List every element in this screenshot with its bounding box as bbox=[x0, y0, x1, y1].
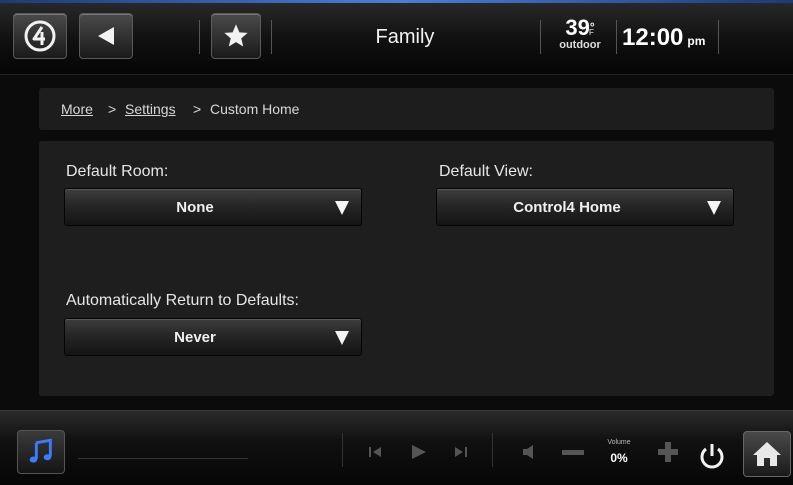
dropdown-arrow-icon bbox=[335, 331, 349, 345]
clock-ampm: pm bbox=[687, 34, 706, 48]
breadcrumb: More > Settings > Custom Home bbox=[39, 88, 774, 130]
divider bbox=[199, 20, 200, 54]
music-button[interactable] bbox=[17, 430, 65, 474]
default-room-label: Default Room: bbox=[66, 163, 169, 180]
control4-logo-button[interactable] bbox=[13, 13, 67, 59]
default-view-value: Control4 Home bbox=[513, 199, 621, 216]
top-accent-line bbox=[0, 0, 793, 3]
star-icon bbox=[224, 24, 248, 47]
volume-value: 0% bbox=[610, 451, 628, 465]
power-icon[interactable] bbox=[697, 441, 727, 471]
settings-panel: Default Room: None Default View: Control… bbox=[39, 141, 774, 396]
music-note-icon bbox=[29, 438, 52, 463]
favorites-button[interactable] bbox=[211, 13, 261, 59]
default-room-value: None bbox=[176, 199, 214, 216]
volume-plus-icon[interactable] bbox=[657, 441, 679, 463]
breadcrumb-settings-link[interactable]: Settings bbox=[125, 101, 176, 117]
breadcrumb-more-link[interactable]: More bbox=[61, 101, 93, 117]
bottom-bar: Volume 0% bbox=[0, 410, 793, 485]
home-button[interactable] bbox=[743, 431, 791, 477]
control4-logo-icon bbox=[24, 20, 56, 52]
auto-return-label: Automatically Return to Defaults: bbox=[66, 292, 299, 309]
skip-back-icon[interactable] bbox=[368, 445, 382, 459]
mute-icon[interactable] bbox=[522, 445, 536, 459]
divider bbox=[540, 20, 541, 54]
home-icon bbox=[753, 442, 781, 466]
divider bbox=[342, 433, 343, 467]
default-room-dropdown[interactable]: None bbox=[64, 188, 362, 226]
temperature-unit: F bbox=[589, 28, 594, 37]
back-button[interactable] bbox=[79, 13, 133, 59]
auto-return-value: Never bbox=[174, 329, 216, 346]
media-progress-track bbox=[78, 458, 248, 459]
top-bar: Family 39° F outdoor 12:00 pm bbox=[0, 0, 793, 75]
auto-return-dropdown[interactable]: Never bbox=[64, 318, 362, 356]
divider bbox=[271, 20, 272, 54]
clock: 12:00 pm bbox=[622, 24, 705, 52]
dropdown-arrow-icon bbox=[707, 201, 721, 215]
temperature-value: 39 bbox=[565, 15, 590, 40]
play-icon[interactable] bbox=[410, 444, 428, 460]
default-view-label: Default View: bbox=[439, 163, 533, 180]
volume-indicator: Volume 0% bbox=[604, 439, 634, 465]
breadcrumb-current: Custom Home bbox=[210, 101, 300, 117]
default-view-dropdown[interactable]: Control4 Home bbox=[436, 188, 734, 226]
volume-minus-icon[interactable] bbox=[562, 450, 584, 455]
dropdown-arrow-icon bbox=[335, 201, 349, 215]
temperature-label: outdoor bbox=[559, 39, 601, 51]
divider bbox=[718, 20, 719, 54]
back-arrow-icon bbox=[98, 27, 114, 45]
skip-forward-icon[interactable] bbox=[454, 445, 468, 459]
volume-label: Volume bbox=[607, 439, 631, 446]
outdoor-temperature: 39° F outdoor bbox=[548, 15, 612, 52]
divider bbox=[492, 433, 493, 467]
breadcrumb-separator: > bbox=[108, 101, 117, 117]
clock-time: 12:00 bbox=[622, 24, 684, 51]
breadcrumb-separator: > bbox=[193, 101, 202, 117]
divider bbox=[616, 20, 617, 54]
room-name[interactable]: Family bbox=[340, 26, 470, 49]
